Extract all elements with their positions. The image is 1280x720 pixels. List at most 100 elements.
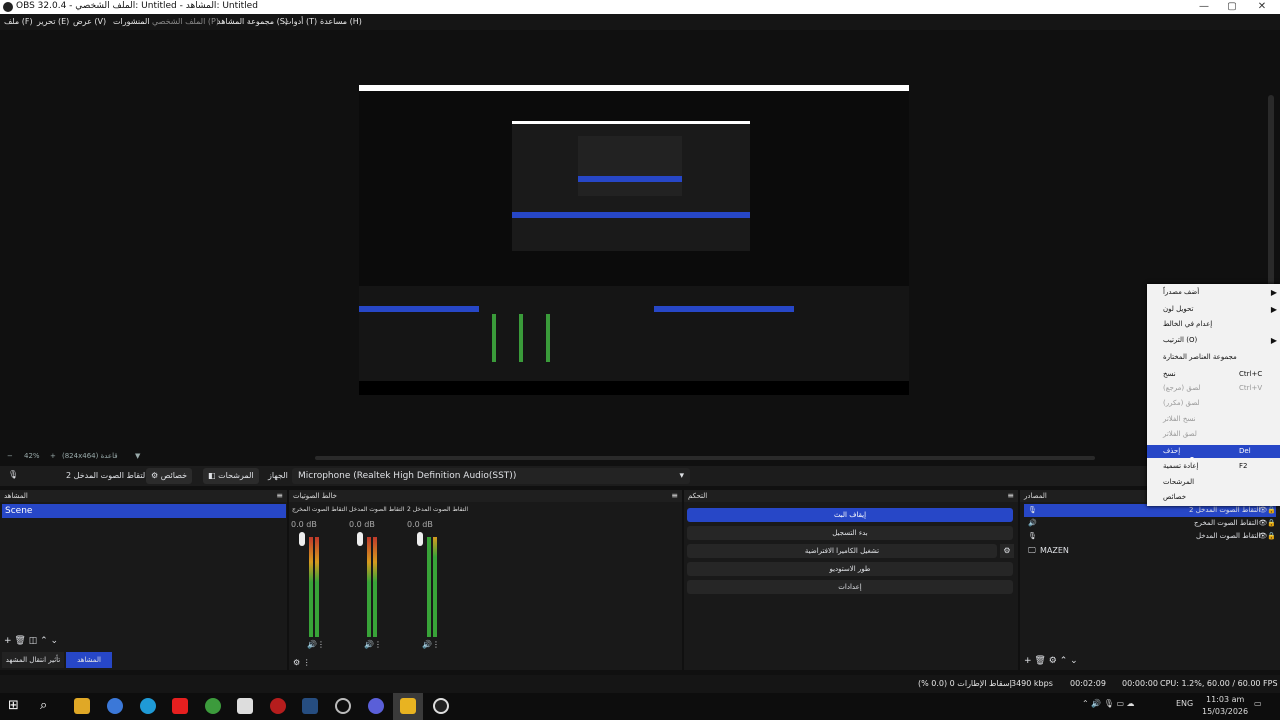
dropped-frames: إسقاط الإطارات 0 (0.0 %) bbox=[918, 679, 1012, 688]
speaker-icon[interactable]: 🔊⋮ bbox=[422, 640, 440, 649]
close-button[interactable]: ✕ bbox=[1248, 0, 1276, 14]
discord-icon[interactable] bbox=[368, 698, 384, 714]
properties-button[interactable]: ⚙ خصائص bbox=[146, 468, 193, 484]
title-bar: OBS 32.0.4 - الملف الشخصي: Untitled - ال… bbox=[0, 0, 1280, 14]
source-row[interactable]: 🖵 MAZEN bbox=[1024, 544, 1276, 557]
vertical-scrollbar[interactable] bbox=[1268, 95, 1274, 290]
source-name: التقاط الصوت المخرج bbox=[1194, 519, 1259, 527]
menu-item-order[interactable]: الترتيب (O) ▶ bbox=[1147, 334, 1280, 347]
device-label: الجهاز bbox=[268, 471, 288, 480]
zoom-dropdown-icon[interactable]: ▼ bbox=[135, 452, 140, 460]
app-icon[interactable] bbox=[335, 698, 351, 714]
monitor-icon: 🖵 bbox=[1028, 546, 1036, 555]
menu-edit[interactable]: تحرير (E) bbox=[37, 17, 69, 26]
gear-icon[interactable]: ⚙ bbox=[1049, 656, 1057, 666]
file-explorer-icon[interactable] bbox=[74, 698, 90, 714]
menu-docks[interactable]: المنشورات bbox=[113, 17, 150, 26]
menu-help[interactable]: مساعدة (H) bbox=[320, 17, 362, 26]
visibility-icon[interactable]: 👁🔒 bbox=[1258, 530, 1276, 543]
menu-view[interactable]: عرض (V) bbox=[73, 17, 106, 26]
obs-icon[interactable] bbox=[433, 698, 449, 714]
notification-icon[interactable]: ▭ bbox=[1254, 699, 1262, 708]
speaker-icon[interactable]: 🔊⋮ bbox=[364, 640, 382, 649]
virtual-camera-button[interactable]: تشغيل الكاميرا الافتراضية bbox=[687, 544, 997, 558]
nested-preview bbox=[512, 121, 750, 251]
add-icon[interactable]: + bbox=[4, 636, 12, 646]
tray-icons[interactable]: ⌃ 🔊 🎙 ▭ ☁ bbox=[1082, 699, 1135, 708]
menu-item-add-source[interactable]: أضف مصدراً ▶ bbox=[1147, 286, 1280, 299]
chrome-alt-icon[interactable] bbox=[205, 698, 221, 714]
store-icon[interactable] bbox=[237, 698, 253, 714]
chrome-icon[interactable] bbox=[107, 698, 123, 714]
volume-meter[interactable] bbox=[299, 532, 337, 637]
device-select[interactable]: Microphone (Realtek High Definition Audi… bbox=[292, 468, 690, 484]
dock-menu-icon[interactable]: ≡ bbox=[276, 490, 283, 502]
start-recording-button[interactable]: بدء التسجيل bbox=[687, 526, 1013, 540]
cpu-fps: CPU: 1.2%, 60.00 / 60.00 FPS bbox=[1160, 679, 1278, 688]
menu-item-hide-in-mixer[interactable]: إعدام في الخالط bbox=[1147, 318, 1280, 331]
gear-icon[interactable]: ⚙ bbox=[1000, 544, 1014, 558]
volume-fader-handle[interactable] bbox=[299, 532, 305, 546]
dock-menu-icon[interactable]: ≡ bbox=[671, 490, 678, 502]
zoom-in-icon[interactable]: + bbox=[50, 452, 56, 460]
tab-transitions[interactable]: تأثير انتقال المشهد bbox=[2, 652, 64, 668]
tab-scenes[interactable]: المشاهد bbox=[66, 652, 112, 668]
move-up-icon[interactable]: ⌃ bbox=[40, 636, 48, 646]
clock-date[interactable]: 15/03/2026 bbox=[1202, 707, 1248, 716]
move-down-icon[interactable]: ⌄ bbox=[1070, 656, 1078, 666]
move-up-icon[interactable]: ⌃ bbox=[1060, 656, 1068, 666]
menu-bar: ملف (F) تحرير (E) عرض (V) المنشورات المل… bbox=[0, 14, 1280, 30]
dock-menu-icon[interactable]: ≡ bbox=[1007, 490, 1014, 502]
filters-button[interactable]: ◧ المرشحات bbox=[203, 468, 259, 484]
source-row[interactable]: 🔊 التقاط الصوت المخرج 👁🔒 bbox=[1024, 517, 1276, 530]
menu-item-paste-ref[interactable]: لصق (مرجع) Ctrl+V bbox=[1147, 382, 1280, 395]
menu-item-paste-dup[interactable]: لصق (مكرر) bbox=[1147, 397, 1280, 410]
menu-tools[interactable]: أدوات (T) bbox=[284, 17, 317, 26]
menu-item-color[interactable]: تحويل لون ▶ bbox=[1147, 303, 1280, 316]
studio-mode-button[interactable]: طور الاستوديو bbox=[687, 562, 1013, 576]
source-row[interactable]: 🎙 التقاط الصوت المدخل 👁🔒 bbox=[1024, 530, 1276, 543]
youtube-icon[interactable] bbox=[172, 698, 188, 714]
volume-fader-handle[interactable] bbox=[357, 532, 363, 546]
settings-button[interactable]: إعدادات bbox=[687, 580, 1013, 594]
minimize-button[interactable]: — bbox=[1190, 0, 1218, 14]
microphone-icon: 🎙 bbox=[1028, 532, 1037, 540]
maximize-button[interactable]: ▢ bbox=[1218, 0, 1246, 14]
stop-streaming-button[interactable]: إيقاف البث bbox=[687, 508, 1013, 522]
menu-item-delete[interactable]: إحذف Del bbox=[1147, 445, 1280, 458]
scene-item[interactable]: Scene bbox=[2, 504, 286, 518]
app-icon[interactable] bbox=[400, 698, 416, 714]
menu-profile[interactable]: الملف الشخصي (P) bbox=[152, 17, 219, 26]
volume-fader-handle[interactable] bbox=[417, 532, 423, 546]
menu-item-rename[interactable]: إعادة تسمية F2 bbox=[1147, 460, 1280, 473]
volume-meter[interactable] bbox=[417, 532, 455, 637]
add-icon[interactable]: + bbox=[1024, 656, 1032, 666]
mixer-settings-icon[interactable]: ⚙ ⋮ bbox=[293, 658, 311, 667]
remove-icon[interactable]: 🗑 bbox=[1034, 656, 1045, 666]
chevron-right-icon: ▶ bbox=[1270, 288, 1277, 297]
scenes-header: المشاهد ≡ bbox=[0, 490, 287, 502]
edge-icon[interactable] bbox=[140, 698, 156, 714]
remove-icon[interactable]: 🗑 bbox=[14, 636, 25, 646]
language-indicator[interactable]: ENG bbox=[1176, 699, 1193, 708]
menu-item-properties[interactable]: خصائص bbox=[1147, 491, 1280, 504]
menu-item-paste-filters[interactable]: لصق الفلاتر bbox=[1147, 428, 1280, 441]
zoom-out-icon[interactable]: − bbox=[7, 452, 13, 460]
menu-item-copy-filters[interactable]: نسخ الفلاتر bbox=[1147, 413, 1280, 426]
menu-file[interactable]: ملف (F) bbox=[4, 17, 33, 26]
clock-time[interactable]: 11:03 am bbox=[1206, 695, 1244, 704]
filter-icon[interactable]: ◫ bbox=[29, 636, 38, 646]
menu-item-group[interactable]: مجموعة العناصر المختارة bbox=[1147, 351, 1280, 364]
search-icon[interactable]: ⌕ bbox=[40, 698, 56, 714]
menu-scene-collection[interactable]: مجموعة المشاهد (S) bbox=[217, 17, 288, 26]
menu-item-copy[interactable]: نسخ Ctrl+C bbox=[1147, 368, 1280, 381]
speaker-icon[interactable]: 🔊⋮ bbox=[307, 640, 325, 649]
menu-item-filters[interactable]: المرشحات bbox=[1147, 476, 1280, 489]
windows-start-icon[interactable]: ⊞ bbox=[8, 698, 24, 714]
record-app-icon[interactable] bbox=[270, 698, 286, 714]
steam-icon[interactable] bbox=[302, 698, 318, 714]
move-down-icon[interactable]: ⌄ bbox=[51, 636, 59, 646]
visibility-icon[interactable]: 👁🔒 bbox=[1258, 517, 1276, 530]
obs-logo-icon bbox=[3, 2, 13, 12]
volume-meter[interactable] bbox=[357, 532, 395, 637]
